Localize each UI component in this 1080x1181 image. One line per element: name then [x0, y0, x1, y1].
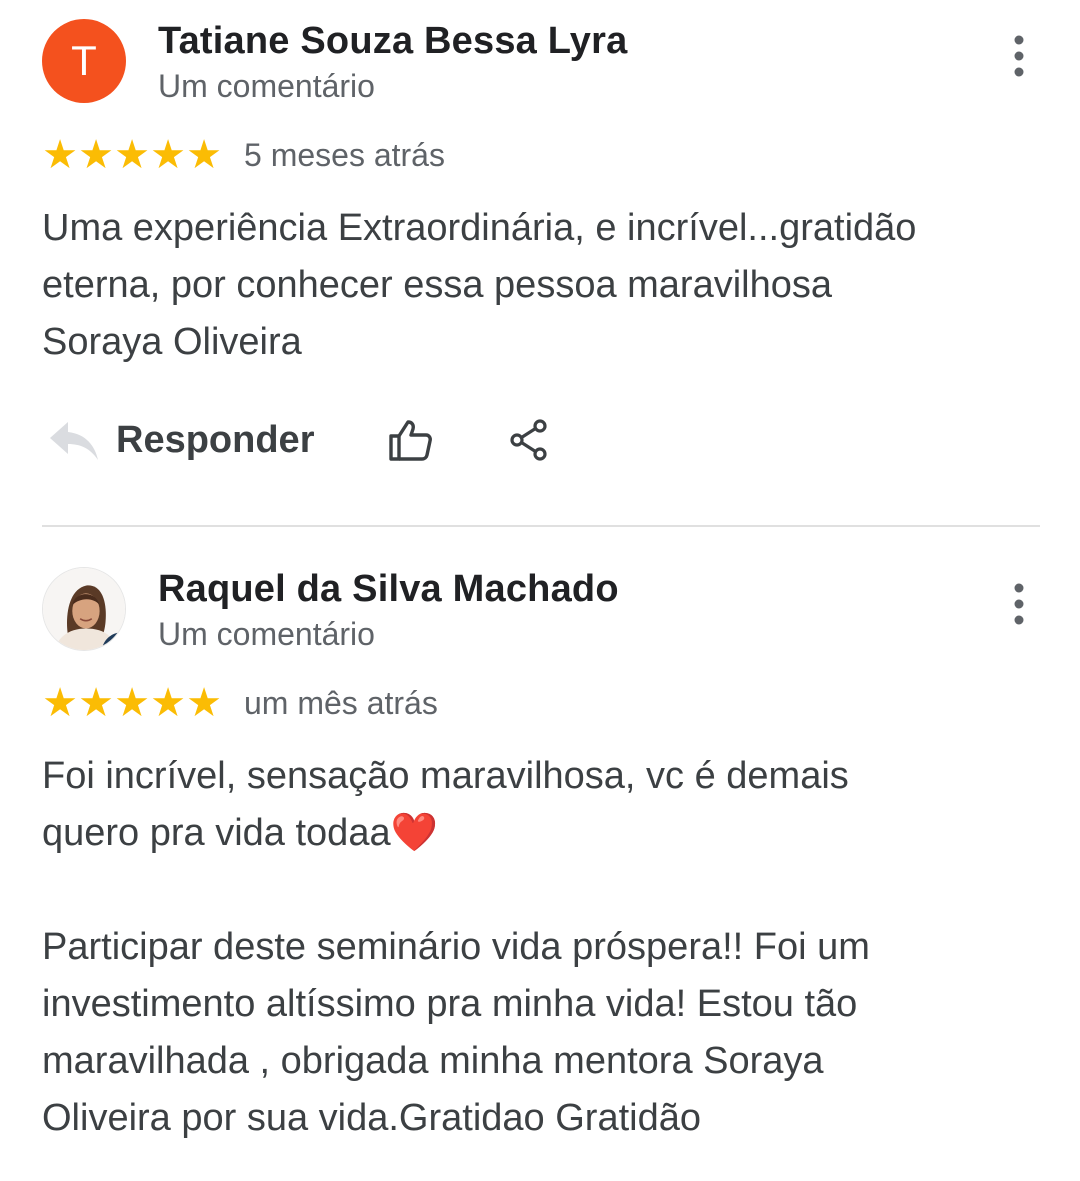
author-name[interactable]: Raquel da Silva Machado: [158, 568, 619, 611]
star-icon: ★: [78, 681, 114, 725]
like-button[interactable]: [388, 418, 434, 462]
author-name[interactable]: Tatiane Souza Bessa Lyra: [158, 20, 627, 63]
more-vert-icon: [1014, 583, 1024, 625]
profile-photo: [43, 568, 125, 650]
avatar[interactable]: T: [42, 19, 126, 103]
review-time: 5 meses atrás: [244, 136, 445, 173]
avatar[interactable]: [42, 567, 126, 651]
rating-row: ★ ★ ★ ★ ★ 5 meses atrás: [42, 132, 445, 178]
reply-button[interactable]: Responder: [42, 416, 314, 464]
review-time: um mês atrás: [244, 684, 438, 721]
share-button[interactable]: [508, 418, 550, 462]
reply-icon: [50, 422, 98, 460]
author-review-count: Um comentário: [158, 68, 375, 104]
more-options-button[interactable]: [1004, 33, 1034, 79]
reply-label: Responder: [116, 418, 315, 461]
review-text-part: Participar deste seminário vida próspera…: [42, 926, 870, 1139]
author-review-count: Um comentário: [158, 616, 375, 652]
more-options-button[interactable]: [1004, 581, 1034, 627]
review-text: Foi incrível, sensação maravilhosa, vc é…: [42, 748, 1032, 1147]
star-icon: ★: [42, 681, 78, 725]
star-icon: ★: [78, 133, 114, 177]
review-actions: Responder: [42, 408, 550, 472]
star-icon: ★: [186, 133, 222, 177]
share-icon: [510, 419, 548, 461]
star-rating: ★ ★ ★ ★ ★: [42, 680, 222, 726]
heart-emoji: ❤️: [390, 812, 438, 854]
star-icon: ★: [150, 133, 186, 177]
star-rating: ★ ★ ★ ★ ★: [42, 132, 222, 178]
star-icon: ★: [150, 681, 186, 725]
star-icon: ★: [42, 133, 78, 177]
thumbs-up-icon: [389, 420, 433, 461]
star-icon: ★: [114, 681, 150, 725]
more-vert-icon: [1014, 35, 1024, 77]
review-text-part: Foi incrível, sensação maravilhosa, vc é…: [42, 755, 849, 854]
star-icon: ★: [114, 133, 150, 177]
rating-row: ★ ★ ★ ★ ★ um mês atrás: [42, 680, 438, 726]
review-text: Uma experiência Extraordinária, e incrív…: [42, 207, 917, 363]
divider: [42, 525, 1040, 527]
star-icon: ★: [186, 681, 222, 725]
